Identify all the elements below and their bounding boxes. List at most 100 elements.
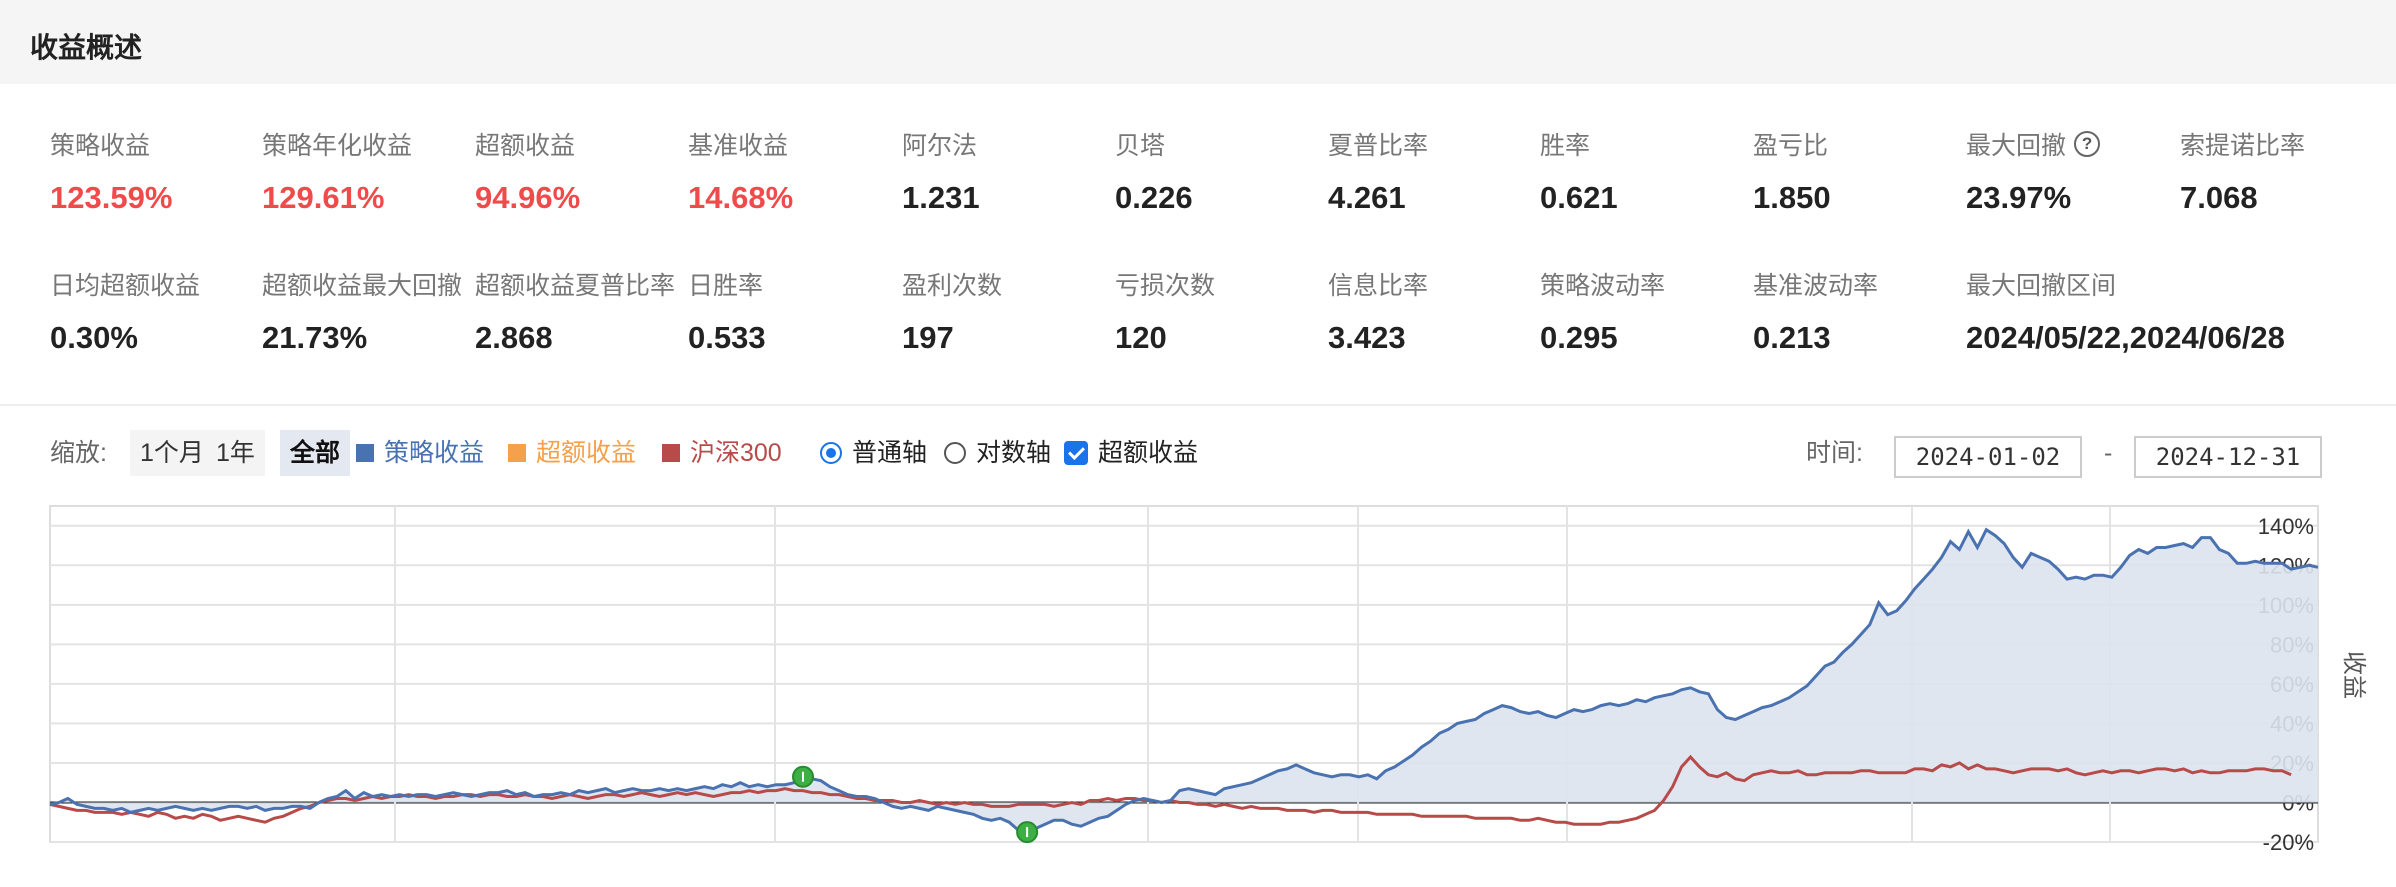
metric-label-text: 日胜率 — [688, 272, 764, 300]
legend-hs300-swatch — [662, 444, 680, 462]
metric-label: 信息比率 — [1328, 266, 1538, 302]
metric-label-text: 超额收益夏普比率 — [475, 272, 676, 300]
start-date-input[interactable]: 2024-01-02 — [1894, 436, 2082, 478]
returns-chart[interactable]: 140%120%100%80%60%40%20%0%-20%收益 — [0, 500, 2396, 882]
metric-metrics_row1-10: 索提诺比率 7.068 — [2180, 126, 2390, 216]
legend-strategy[interactable]: 策略收益 — [356, 430, 484, 476]
checkbox-checked-icon — [1064, 441, 1088, 465]
metric-value: 1.850 — [1753, 180, 1831, 215]
metric-value: 120 — [1115, 320, 1167, 355]
metric-metrics_row2-1: 超额收益最大回撤 21.73% — [262, 266, 472, 356]
y-tick-label: 140% — [2258, 514, 2314, 539]
metric-label: 超额收益最大回撤 — [262, 266, 472, 302]
metric-label-text: 最大回撤区间 — [1966, 272, 2117, 300]
metric-metrics_row1-5: 贝塔 0.226 — [1115, 126, 1325, 216]
returns-chart-svg: 140%120%100%80%60%40%20%0%-20%收益 — [49, 505, 2367, 855]
metrics-panel: 策略收益 123.59% 策略年化收益 129.61% 超额收益 94.96% 基准收益 14… — [0, 84, 2396, 404]
metric-label: 基准波动率 — [1753, 266, 1963, 302]
zoom-label: 缩放: — [50, 439, 107, 467]
metric-metrics_row2-9: 最大回撤区间 2024/05/22,2024/06/28 — [1966, 266, 2285, 356]
metric-label-text: 策略年化收益 — [262, 132, 413, 160]
metric-label: 盈亏比 — [1753, 126, 1963, 162]
legend-strategy-swatch — [356, 444, 374, 462]
chart-controls: 缩放: 1个月 1年 全部 策略收益 超额收益 沪深300 普通轴 对数轴 超额… — [0, 430, 2396, 484]
metric-value: 1.231 — [902, 180, 980, 215]
metric-value: 129.61% — [262, 180, 385, 215]
metric-value: 3.423 — [1328, 320, 1406, 355]
metric-value: 0.30% — [50, 320, 138, 355]
legend-strategy-label: 策略收益 — [384, 439, 485, 467]
y-tick-label: -20% — [2263, 830, 2314, 855]
zoom-1month-button[interactable]: 1个月 — [130, 430, 214, 476]
legend-excess-swatch — [508, 444, 526, 462]
metric-value: 4.261 — [1328, 180, 1406, 215]
metric-value: 23.97% — [1966, 180, 2072, 215]
metric-metrics_row1-8: 盈亏比 1.850 — [1753, 126, 1963, 216]
metric-metrics_row1-1: 策略年化收益 129.61% — [262, 126, 472, 216]
axis-normal-label: 普通轴 — [852, 439, 928, 467]
metric-label-text: 盈利次数 — [902, 272, 1003, 300]
metric-value: 0.213 — [1753, 320, 1831, 355]
metric-label: 亏损次数 — [1115, 266, 1325, 302]
metric-label-text: 盈亏比 — [1753, 132, 1829, 160]
metric-value: 0.226 — [1115, 180, 1193, 215]
metric-label-text: 最大回撤 — [1966, 132, 2067, 160]
section-title: 收益概述 — [30, 32, 143, 63]
zoom-1year-button[interactable]: 1年 — [206, 430, 265, 476]
metric-label-text: 超额收益 — [475, 132, 576, 160]
metric-label-text: 贝塔 — [1115, 132, 1166, 160]
metric-value: 123.59% — [50, 180, 173, 215]
metric-label: 超额收益 — [475, 126, 685, 162]
radio-unselected-icon — [944, 442, 966, 464]
metric-label: 策略收益 — [50, 126, 260, 162]
metric-label: 超额收益夏普比率 — [475, 266, 685, 302]
axis-log-label: 对数轴 — [976, 439, 1052, 467]
metric-label: 最大回撤区间 — [1966, 266, 2176, 302]
date-separator: - — [2104, 439, 2113, 467]
metric-value: 2.868 — [475, 320, 553, 355]
metric-label: 基准收益 — [688, 126, 898, 162]
metric-label-text: 策略收益 — [50, 132, 151, 160]
metric-metrics_row1-3: 基准收益 14.68% — [688, 126, 898, 216]
metric-label: 胜率 — [1540, 126, 1750, 162]
help-icon[interactable]: ? — [2074, 131, 2101, 157]
metric-label-text: 日均超额收益 — [50, 272, 201, 300]
section-header: 收益概述 — [0, 0, 2396, 84]
radio-selected-icon — [820, 442, 842, 464]
metric-label: 策略波动率 — [1540, 266, 1750, 302]
metric-label: 夏普比率 — [1328, 126, 1538, 162]
metric-value: 2024/05/22,2024/06/28 — [1966, 320, 2285, 355]
metric-value: 21.73% — [262, 320, 368, 355]
metric-label: 日均超额收益 — [50, 266, 260, 302]
divider — [0, 404, 2396, 406]
axis-normal-radio[interactable]: 普通轴 — [820, 430, 927, 476]
time-label: 时间: — [1806, 439, 1863, 467]
metric-label-text: 基准收益 — [688, 132, 789, 160]
metric-metrics_row2-2: 超额收益夏普比率 2.868 — [475, 266, 685, 356]
metric-label: 策略年化收益 — [262, 126, 472, 162]
metric-metrics_row2-3: 日胜率 0.533 — [688, 266, 898, 356]
end-date-input[interactable]: 2024-12-31 — [2134, 436, 2322, 478]
excess-checkbox[interactable]: 超额收益 — [1064, 430, 1198, 476]
metric-metrics_row2-6: 信息比率 3.423 — [1328, 266, 1538, 356]
metric-metrics_row2-5: 亏损次数 120 — [1115, 266, 1325, 356]
legend-hs300[interactable]: 沪深300 — [662, 430, 782, 476]
metric-metrics_row1-4: 阿尔法 1.231 — [902, 126, 1112, 216]
metric-label-text: 胜率 — [1540, 132, 1591, 160]
legend-excess[interactable]: 超额收益 — [508, 430, 636, 476]
metric-metrics_row2-4: 盈利次数 197 — [902, 266, 1112, 356]
metric-value: 14.68% — [688, 180, 794, 215]
metric-metrics_row2-7: 策略波动率 0.295 — [1540, 266, 1750, 356]
excess-checkbox-label: 超额收益 — [1098, 439, 1199, 467]
metric-label-text: 基准波动率 — [1753, 272, 1879, 300]
metric-label: 盈利次数 — [902, 266, 1112, 302]
zoom-all-button[interactable]: 全部 — [280, 430, 351, 476]
metric-metrics_row1-0: 策略收益 123.59% — [50, 126, 260, 216]
metric-label-text: 夏普比率 — [1328, 132, 1429, 160]
metric-label: 最大回撤? — [1966, 126, 2176, 162]
metric-metrics_row1-2: 超额收益 94.96% — [475, 126, 685, 216]
axis-log-radio[interactable]: 对数轴 — [944, 430, 1051, 476]
metric-label-text: 索提诺比率 — [2180, 132, 2306, 160]
y-axis-label: 收益 — [2340, 651, 2367, 699]
legend-excess-label: 超额收益 — [536, 439, 637, 467]
